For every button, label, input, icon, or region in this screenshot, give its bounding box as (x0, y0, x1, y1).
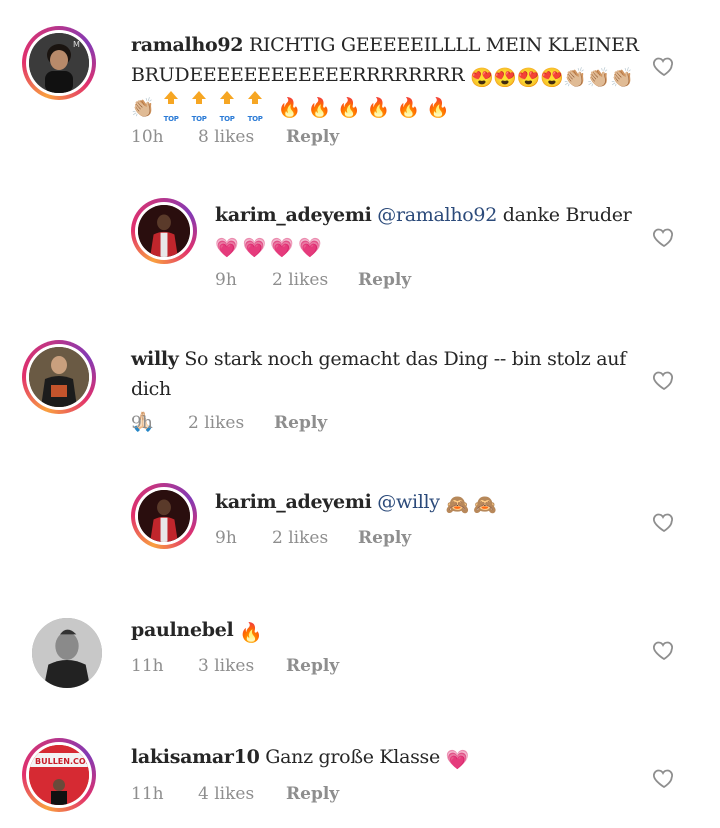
comment-text: paulnebel 🔥 (131, 615, 631, 645)
heart-outline-icon[interactable] (652, 54, 676, 78)
timestamp: 11h (131, 784, 164, 804)
comment-paulnebel: paulnebel 🔥 11h 3 likes Reply (0, 585, 720, 710)
avatar[interactable]: BULLEN.COM (22, 738, 96, 812)
reply-button[interactable]: Reply (286, 656, 339, 676)
heart-outline-icon[interactable] (652, 368, 676, 392)
comment-text: karim_adeyemi @ramalho92 danke Bruder 💗💗… (215, 204, 632, 259)
top-arrow-icon: TOP (216, 91, 238, 123)
comment-karim-adeyemi-reply: karim_adeyemi @ramalho92 danke Bruder 💗💗… (0, 180, 720, 320)
emoji-group: 👏🏼 (131, 97, 155, 119)
comment-text: ramalho92 RICHTIG GEEEEEILLLL MEIN KLEIN… (131, 34, 639, 123)
avatar[interactable] (32, 618, 102, 688)
username[interactable]: karim_adeyemi (215, 204, 372, 226)
likes-count[interactable]: 2 likes (272, 528, 328, 548)
emoji-group: 💗💗💗💗 (215, 237, 326, 259)
timestamp: 9h (131, 413, 153, 433)
likes-count[interactable]: 8 likes (198, 127, 254, 147)
emoji-group: 💗 (445, 749, 470, 771)
avatar[interactable] (22, 340, 96, 414)
mention-link[interactable]: @ramalho92 (377, 204, 497, 226)
likes-count[interactable]: 2 likes (188, 413, 244, 433)
username[interactable]: paulnebel (131, 619, 234, 641)
top-arrow-icon: TOP (244, 91, 266, 123)
reply-button[interactable]: Reply (286, 784, 339, 804)
username[interactable]: willy (131, 348, 179, 370)
top-arrow-icon: TOP (160, 91, 182, 123)
avatar[interactable]: M (22, 26, 96, 100)
emoji-group: 😍😍😍😍👏🏼👏🏼👏🏼 (469, 67, 634, 89)
comment-willy: willy So stark noch gemacht das Ding -- … (0, 320, 720, 465)
comment-ramalho92: M ramalho92 RICHTIG GEEEEEILLLL MEIN KLE… (0, 0, 720, 180)
top-arrow-icon: TOP (188, 91, 210, 123)
username[interactable]: ramalho92 (131, 34, 243, 56)
heart-outline-icon[interactable] (652, 766, 676, 790)
heart-outline-icon[interactable] (652, 510, 676, 534)
mention-link[interactable]: @willy (377, 491, 440, 513)
likes-count[interactable]: 2 likes (272, 270, 328, 290)
emoji-group: 🙈🙈 (445, 494, 501, 516)
username[interactable]: karim_adeyemi (215, 491, 372, 513)
timestamp: 9h (215, 270, 237, 290)
timestamp: 9h (215, 528, 237, 548)
reply-button[interactable]: Reply (286, 127, 339, 147)
reply-button[interactable]: Reply (274, 413, 327, 433)
comment-text: lakisamar10 Ganz große Klasse 💗 (131, 746, 470, 771)
comment-text: karim_adeyemi @willy 🙈🙈 (215, 487, 635, 517)
avatar[interactable] (131, 198, 197, 264)
svg-text:BULLEN.COM: BULLEN.COM (35, 757, 89, 766)
username[interactable]: lakisamar10 (131, 746, 260, 768)
likes-count[interactable]: 4 likes (198, 784, 254, 804)
avatar[interactable] (131, 483, 197, 549)
heart-outline-icon[interactable] (652, 225, 676, 249)
timestamp: 11h (131, 656, 164, 676)
timestamp: 10h (131, 127, 164, 147)
svg-text:M: M (73, 40, 80, 49)
reply-button[interactable]: Reply (358, 528, 411, 548)
likes-count[interactable]: 3 likes (198, 656, 254, 676)
comment-karim-adeyemi-reply-2: karim_adeyemi @willy 🙈🙈 9h 2 likes Reply (0, 465, 720, 585)
emoji-group: 🔥🔥🔥🔥🔥🔥 (277, 97, 456, 119)
heart-outline-icon[interactable] (652, 638, 676, 662)
emoji-group: 🔥 (239, 622, 263, 644)
reply-button[interactable]: Reply (358, 270, 411, 290)
comment-lakisamar10: BULLEN.COM lakisamar10 Ganz große Klasse… (0, 710, 720, 828)
